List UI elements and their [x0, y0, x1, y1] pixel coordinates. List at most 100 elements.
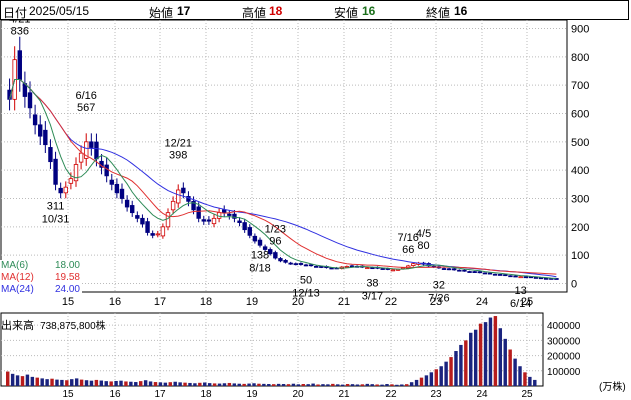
candle-body-86 [446, 268, 452, 271]
volume-bar-43 [217, 383, 222, 386]
volume-bar-51 [257, 383, 261, 386]
volume-bar-94 [469, 332, 473, 386]
low-value: 16 [362, 4, 376, 18]
volume-bar-32 [163, 382, 168, 386]
volume-bar-76 [380, 384, 384, 386]
volume-bar-101 [503, 338, 507, 386]
volume-bar-71 [355, 384, 360, 386]
candle-body-53 [278, 258, 283, 262]
y-tick-label-4: 400 [571, 165, 589, 177]
candle-body-99 [513, 275, 518, 278]
volume-bar-70 [350, 384, 355, 386]
volume-bar-61 [306, 384, 310, 386]
candle-body-13 [73, 164, 79, 182]
volume-bar-34 [173, 381, 177, 386]
low-label: 安値 [334, 6, 359, 20]
close-label: 終値 [426, 6, 451, 20]
volume-x-label-15: 15 [62, 389, 74, 400]
x-tick-label-22: 22 [385, 296, 397, 308]
candle-body-28 [150, 233, 155, 236]
volume-bar-13 [70, 379, 74, 386]
volume-bar-52 [262, 383, 266, 386]
volume-x-label-18: 18 [200, 389, 212, 400]
annotation-value-2: 567 [77, 102, 95, 114]
close-value: 16 [454, 4, 468, 18]
volume-bar-6 [35, 377, 39, 386]
ma-legend: MA(6) 18.00 MA(12) 19.58 MA(24) 24.00 [0, 260, 82, 296]
candle-body-103 [533, 276, 539, 279]
stock-chart: 0 100 200 300 400 500 600 700 800 900 15 16 17 18 19 20… [0, 14, 589, 400]
volume-bar-2 [15, 375, 20, 386]
y-tick-label-6: 600 [571, 109, 589, 121]
annotation-date-4: 12/21 [164, 138, 192, 150]
annotation-value-4: 398 [169, 150, 187, 162]
volume-bar-88 [439, 366, 443, 386]
volume-bar-26 [134, 382, 138, 386]
volume-bar-25 [129, 381, 133, 386]
candle-body-22 [119, 188, 125, 199]
candle-body-17 [94, 141, 99, 160]
volume-bar-38 [193, 383, 197, 386]
annotation-value-6: 96 [269, 235, 281, 247]
high-value: 18 [269, 4, 283, 18]
volume-bar-74 [370, 384, 374, 386]
volume-x-label-17: 17 [154, 389, 166, 400]
candle-body-20 [109, 179, 114, 185]
candle-body-97 [503, 274, 508, 277]
volume-bar-72 [360, 384, 365, 386]
volume-x-label-20: 20 [292, 389, 304, 400]
volume-label: 出来高 [1, 320, 34, 332]
volume-bar-44 [222, 383, 227, 386]
candle-body-63 [329, 267, 334, 270]
annotation-value-10: 80 [417, 240, 429, 252]
volume-bar-49 [247, 383, 251, 386]
volume-x-label-24: 24 [476, 389, 488, 400]
candle-body-48 [252, 235, 258, 242]
candle-body-60 [314, 265, 319, 268]
volume-bar-68 [340, 384, 345, 386]
candle-body-39 [206, 219, 212, 222]
candle-body-57 [298, 263, 304, 265]
annotation-value-3: 138 [251, 249, 269, 261]
volume-bar-91 [454, 351, 458, 386]
volume-bar-100 [498, 328, 503, 386]
candle-body-2 [17, 50, 22, 80]
volume-bar-93 [464, 340, 468, 386]
high-label: 高値 [242, 6, 267, 20]
volume-bar-31 [158, 382, 163, 386]
candle-body-92 [477, 271, 482, 274]
candle-body-26 [140, 217, 145, 225]
volume-bar-55 [276, 383, 281, 386]
annotation-date-6: 1/23 [265, 223, 286, 235]
volume-bar-27 [139, 381, 143, 386]
candle-body-75 [390, 269, 396, 272]
volume-bar-36 [183, 382, 187, 386]
candle-body-79 [411, 263, 416, 266]
volume-bar-87 [434, 369, 438, 386]
volume-bar-29 [148, 381, 153, 386]
annotation-value-5: 50 [300, 274, 312, 286]
volume-bar-81 [405, 384, 409, 386]
candle-body-87 [452, 268, 457, 271]
volume-bar-75 [375, 384, 379, 386]
volume-bar-98 [488, 317, 493, 386]
candle-body-34 [181, 187, 186, 194]
candle-body-6 [38, 124, 43, 137]
volume-bar-46 [232, 383, 237, 386]
x-tick-label-19: 19 [246, 296, 258, 308]
candle-body-7 [43, 129, 48, 146]
volume-bar-106 [528, 376, 532, 386]
volume-bar-57 [286, 384, 291, 386]
candle-body-40 [211, 217, 217, 225]
candle-body-55 [288, 262, 293, 265]
candle-body-94 [487, 272, 493, 275]
volume-bar-78 [390, 384, 394, 386]
volume-bar-16 [84, 380, 89, 386]
volume-bar-69 [345, 384, 350, 386]
y-tick-label-2: 200 [571, 222, 589, 234]
y-tick-label-5: 500 [571, 137, 589, 149]
candle-body-25 [135, 215, 140, 219]
volume-bar-89 [444, 361, 448, 386]
volume-bar-37 [188, 382, 192, 386]
candle-body-54 [283, 259, 288, 263]
